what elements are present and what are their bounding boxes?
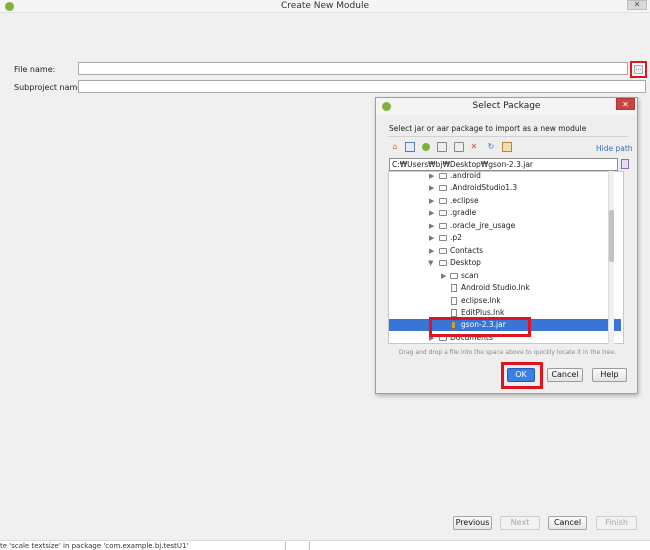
dialog-cancel-button[interactable]: Cancel xyxy=(547,368,583,382)
folder-icon xyxy=(439,248,447,254)
select-package-dialog: Select Package ✕ Select jar or aar packa… xyxy=(375,97,638,394)
shortcut-file-icon xyxy=(451,284,457,292)
cancel-button[interactable]: Cancel xyxy=(548,516,587,530)
next-button[interactable]: Next xyxy=(500,516,540,530)
folder-icon xyxy=(439,210,447,216)
home-icon[interactable]: ⌂ xyxy=(390,142,400,152)
tree-row[interactable]: ▶ .android xyxy=(389,172,621,182)
divider xyxy=(388,136,628,137)
file-name-label: File name: xyxy=(14,65,56,74)
dialog-description: Select jar or aar package to import as a… xyxy=(389,124,587,133)
file-name-input[interactable] xyxy=(78,62,628,75)
status-text: te 'scale textsize' in package 'com.exam… xyxy=(0,542,189,550)
dialog-titlebar: Select Package ✕ xyxy=(376,98,637,115)
status-bar: te 'scale textsize' in package 'com.exam… xyxy=(0,540,650,550)
dialog-close-button[interactable]: ✕ xyxy=(616,98,635,110)
folder-icon xyxy=(439,173,447,179)
jar-selection-highlight xyxy=(429,317,531,337)
tree-row[interactable]: ▼ Desktop xyxy=(389,257,621,269)
expand-arrow-icon[interactable]: ▶ xyxy=(429,195,437,207)
tree-row[interactable]: ▶ .oracle_jre_usage xyxy=(389,220,621,232)
new-folder-icon[interactable] xyxy=(454,142,464,152)
expand-arrow-icon[interactable]: ▶ xyxy=(429,245,437,257)
folder-icon xyxy=(439,235,447,241)
previous-button[interactable]: Previous xyxy=(453,516,492,530)
browse-button[interactable]: … xyxy=(630,61,647,78)
tree-row[interactable]: ▶ .eclipse xyxy=(389,195,621,207)
tree-row[interactable]: ▶ .AndroidStudio1.3 xyxy=(389,182,621,194)
open-folder-icon xyxy=(439,260,447,266)
finish-button[interactable]: Finish xyxy=(596,516,637,530)
folder-icon xyxy=(439,185,447,191)
status-separator xyxy=(285,542,310,550)
tree-row[interactable]: ▶ .p2 xyxy=(389,232,621,244)
show-hidden-icon[interactable] xyxy=(502,142,512,152)
ellipsis-icon: … xyxy=(634,65,643,74)
ok-button-highlight xyxy=(501,362,543,389)
tree-row[interactable]: ▶ .gradle xyxy=(389,207,621,219)
desktop-icon[interactable] xyxy=(405,142,415,152)
tree-row[interactable]: ▶ scan xyxy=(389,270,621,282)
help-button[interactable]: Help xyxy=(592,368,627,382)
clipboard-icon xyxy=(621,159,629,169)
android-icon xyxy=(422,143,430,151)
expand-arrow-icon[interactable]: ▶ xyxy=(441,270,449,282)
dialog-title: Select Package xyxy=(472,101,541,111)
window-close-button[interactable]: ✕ xyxy=(627,0,647,10)
module-icon[interactable] xyxy=(437,142,447,152)
tree-row[interactable]: Android Studio.lnk xyxy=(389,282,621,294)
subproject-name-input[interactable] xyxy=(78,80,646,93)
subproject-name-label: Subproject name: xyxy=(14,83,85,92)
folder-icon xyxy=(439,223,447,229)
folder-icon xyxy=(450,273,458,279)
project-icon[interactable] xyxy=(421,142,431,152)
expand-arrow-icon[interactable]: ▶ xyxy=(429,207,437,219)
expand-arrow-icon[interactable]: ▶ xyxy=(429,232,437,244)
path-history-icon[interactable] xyxy=(620,158,630,170)
drag-drop-hint: Drag and drop a file into the space abov… xyxy=(398,349,617,356)
collapse-arrow-icon[interactable]: ▼ xyxy=(428,257,436,269)
path-input[interactable]: C:₩Users₩bj₩Desktop₩gson-2.3.jar xyxy=(389,158,618,171)
tree-row[interactable]: ▶ Contacts xyxy=(389,245,621,257)
window-title: Create New Module xyxy=(281,1,369,11)
main-titlebar: Create New Module ✕ xyxy=(0,0,650,13)
delete-icon[interactable]: ✕ xyxy=(469,142,479,152)
shortcut-file-icon xyxy=(451,297,457,305)
expand-arrow-icon[interactable]: ▶ xyxy=(429,220,437,232)
expand-arrow-icon[interactable]: ▶ xyxy=(429,172,437,182)
refresh-icon[interactable]: ↻ xyxy=(486,142,496,152)
hide-path-link[interactable]: Hide path xyxy=(596,144,633,153)
expand-arrow-icon[interactable]: ▶ xyxy=(429,182,437,194)
tree-scrollbar-thumb[interactable] xyxy=(609,210,614,262)
tree-row[interactable]: eclipse.lnk xyxy=(389,295,621,307)
shortcut-file-icon xyxy=(451,309,457,317)
folder-icon xyxy=(439,198,447,204)
